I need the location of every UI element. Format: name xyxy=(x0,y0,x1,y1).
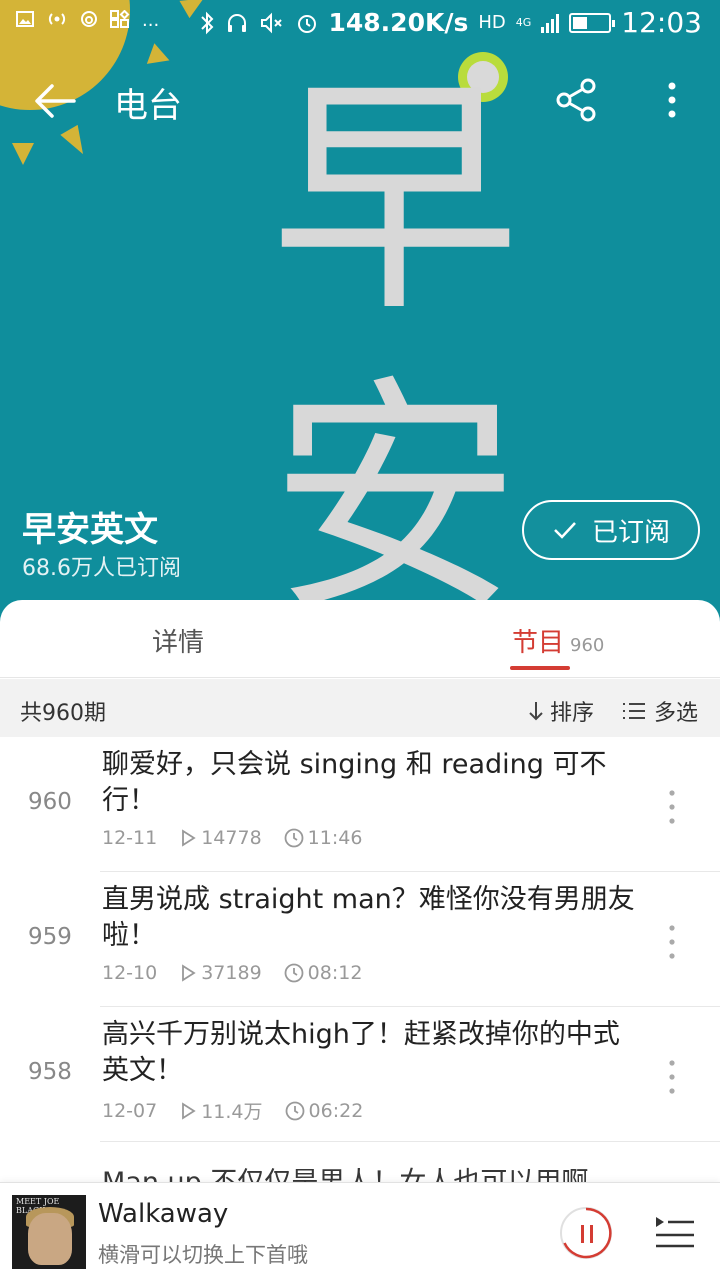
more-notifications-label: ... xyxy=(142,10,160,31)
duration-value: 06:22 xyxy=(308,1099,364,1122)
episode-meta: 12-11 14778 11:46 xyxy=(102,827,362,849)
row-divider xyxy=(100,1141,720,1142)
episode-title: 直男说成 straight man？难怪你没有男朋友啦！ xyxy=(102,884,635,951)
page-title: 电台 xyxy=(114,86,182,126)
clock-icon xyxy=(284,963,304,983)
network-type: HD xyxy=(478,12,506,33)
list-header: 共960期 排序 多选 xyxy=(0,679,720,737)
play-count: 37189 xyxy=(179,962,262,984)
headphones-icon xyxy=(227,13,246,32)
cover-character: 安 xyxy=(270,354,520,640)
image-notification-icon xyxy=(16,11,34,27)
pause-icon xyxy=(581,1225,584,1243)
progress-ring-icon xyxy=(563,1207,612,1259)
clock-icon xyxy=(284,828,304,848)
episode-meta: 12-07 11.4万 06:22 xyxy=(102,1097,363,1124)
cell-type: 4G xyxy=(515,16,532,29)
episode-row[interactable]: 958 高兴千万别说太high了！赶紧改掉你的中式英文！ 12-07 11.4万… xyxy=(0,1007,720,1142)
episode-more-icon[interactable] xyxy=(660,787,684,827)
multi-select-button[interactable]: 多选 xyxy=(622,695,698,727)
duration: 06:22 xyxy=(285,1099,364,1122)
bluetooth-icon xyxy=(200,11,213,34)
music-app-icon xyxy=(81,11,97,27)
tab-details[interactable]: 详情 xyxy=(152,622,204,659)
play-count: 11.4万 xyxy=(179,1097,263,1124)
tab-episodes[interactable]: 节目 960 xyxy=(512,622,604,659)
sort-button[interactable]: 排序 xyxy=(528,695,594,727)
play-icon xyxy=(182,829,196,847)
episode-row[interactable]: 959 直男说成 straight man？难怪你没有男朋友啦！ 12-10 3… xyxy=(0,872,720,1007)
toolbar: 电台 xyxy=(0,60,720,140)
status-bar: ... 148.20K/s HD 4G 12:03 xyxy=(0,0,720,48)
clock-icon xyxy=(285,1101,304,1120)
episode-row[interactable]: 960 聊爱好，只会说 singing 和 reading 可不行！ 12-11… xyxy=(0,737,720,872)
more-options-icon[interactable] xyxy=(648,76,696,124)
duration-value: 08:12 xyxy=(307,962,363,984)
screen: 早 安 ... 148.20K/s HD 4G 12:03 电台 早安英文 68… xyxy=(0,0,720,1280)
check-icon xyxy=(554,522,576,539)
program-name: 早安英文 xyxy=(22,510,158,550)
episode-number: 959 xyxy=(28,924,72,950)
sort-arrow-icon xyxy=(529,702,543,721)
play-count-value: 14778 xyxy=(201,827,262,849)
play-count-value: 11.4万 xyxy=(201,1101,263,1123)
pause-button[interactable] xyxy=(560,1207,612,1259)
episode-number: 958 xyxy=(28,1059,72,1085)
content-sheet: 详情 节目 960 共960期 排序 多选 960 聊爱好，只会说 singing… xyxy=(0,600,720,1280)
episode-date: 12-07 xyxy=(102,1099,158,1122)
alarm-icon xyxy=(297,14,316,33)
subscribed-label: 已订阅 xyxy=(591,517,670,548)
episode-date: 12-10 xyxy=(102,962,158,984)
play-count: 14778 xyxy=(179,827,262,849)
swipe-hint: 横滑可以切换上下首哦 xyxy=(98,1243,308,1267)
episode-title: 高兴千万别说太high了！赶紧改掉你的中式英文！ xyxy=(102,1019,620,1086)
sort-label: 排序 xyxy=(550,701,595,726)
tab-episodes-label: 节目 xyxy=(512,628,565,658)
episode-date: 12-11 xyxy=(102,827,158,849)
status-indicators: 148.20K/s HD 4G 12:03 xyxy=(199,6,702,39)
track-title: Walkaway xyxy=(98,1199,229,1229)
active-tab-indicator xyxy=(510,666,570,670)
album-art[interactable]: MEET JOE BLACK xyxy=(12,1195,86,1269)
play-count-value: 37189 xyxy=(201,962,262,984)
total-episodes: 共960期 xyxy=(20,701,106,726)
list-icon xyxy=(623,703,645,719)
back-arrow-icon[interactable] xyxy=(30,76,80,126)
notification-icons: ... xyxy=(16,10,159,31)
tab-details-label: 详情 xyxy=(152,628,205,658)
episode-count-badge: 960 xyxy=(570,635,605,656)
episode-number: 960 xyxy=(28,789,72,815)
network-speed: 148.20K/s xyxy=(328,8,469,37)
mini-player[interactable]: MEET JOE BLACK Walkaway 横滑可以切换上下首哦 xyxy=(0,1182,720,1280)
episode-title: 聊爱好，只会说 singing 和 reading 可不行！ xyxy=(102,749,607,816)
tab-bar: 详情 节目 960 xyxy=(0,600,720,678)
pause-icon xyxy=(590,1225,593,1243)
clock: 12:03 xyxy=(621,6,702,39)
radio-broadcast-icon xyxy=(48,13,66,25)
battery-icon xyxy=(569,12,616,33)
subscribed-button[interactable]: 已订阅 xyxy=(522,500,700,560)
episode-more-icon[interactable] xyxy=(660,922,684,962)
episode-more-icon[interactable] xyxy=(660,1057,684,1097)
play-icon xyxy=(182,1101,196,1120)
duration-value: 11:46 xyxy=(307,827,363,849)
apps-icon xyxy=(110,10,130,28)
duration: 11:46 xyxy=(284,827,363,849)
album-art-face xyxy=(28,1213,72,1265)
program-cover: 早 安 ... 148.20K/s HD 4G 12:03 电台 早安英文 68… xyxy=(0,0,720,640)
playlist-icon[interactable] xyxy=(654,1213,696,1249)
multi-select-label: 多选 xyxy=(654,701,699,726)
play-icon xyxy=(182,964,196,982)
duration: 08:12 xyxy=(284,962,363,984)
episode-meta: 12-10 37189 08:12 xyxy=(102,962,362,984)
mute-icon xyxy=(260,12,282,33)
share-icon[interactable] xyxy=(552,76,600,124)
subscriber-count: 68.6万人已订阅 xyxy=(22,556,181,581)
signal-icon xyxy=(541,13,560,33)
sun-ray xyxy=(12,143,34,165)
